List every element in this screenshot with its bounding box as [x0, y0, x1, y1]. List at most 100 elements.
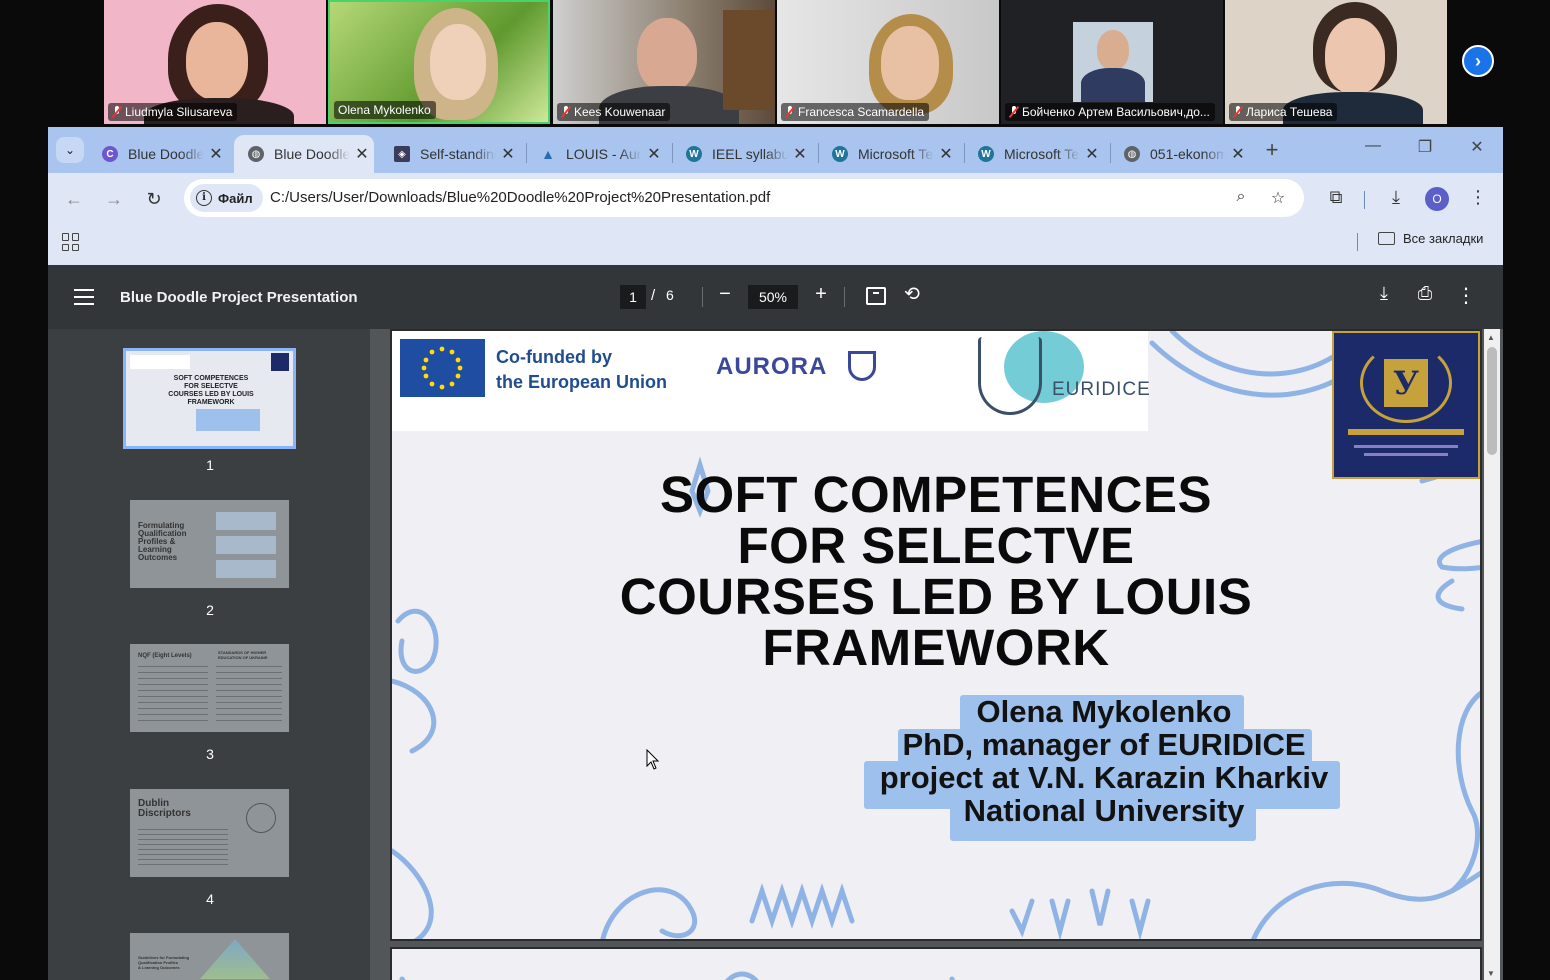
- viewer-scrollbar[interactable]: ▲ ▼: [1484, 329, 1500, 980]
- zoom-in-button[interactable]: +: [808, 283, 834, 306]
- arrow-right-icon: →: [105, 189, 123, 209]
- pdf-page-2: [390, 947, 1482, 980]
- tab[interactable]: W Microsoft Teams ✕: [964, 135, 1104, 173]
- scroll-down-icon[interactable]: ▼: [1487, 969, 1495, 978]
- restore-button[interactable]: ❐: [1410, 137, 1440, 157]
- globe-icon: ◍: [248, 146, 264, 162]
- triangle-icon: ▲: [541, 146, 555, 162]
- bookmark-star-icon[interactable]: ☆: [1267, 188, 1289, 208]
- all-bookmarks-button[interactable]: Все закладки: [1378, 231, 1483, 246]
- info-icon: i: [196, 190, 212, 206]
- participant-tile[interactable]: Francesca Scamardella: [777, 0, 999, 124]
- printer-icon: ⎙: [1417, 283, 1433, 303]
- close-tab-icon[interactable]: ✕: [350, 144, 374, 164]
- participant-strip: Liudmyla Sliusareva Olena Mykolenko Kees…: [0, 0, 1550, 126]
- mic-off-icon: [1233, 106, 1243, 118]
- participant-tile[interactable]: Kees Kouwenaar: [553, 0, 775, 124]
- more-options-button[interactable]: ⋮: [1453, 283, 1479, 308]
- folder-icon: [1378, 232, 1395, 245]
- rotate-button[interactable]: ⟲: [899, 283, 925, 306]
- tab[interactable]: W Microsoft Teams ✕: [818, 135, 958, 173]
- mic-off-icon: [1009, 106, 1019, 118]
- euridice-logo: EURIDICE: [1052, 379, 1151, 400]
- tab[interactable]: W IEEL syllabus ✕: [672, 135, 812, 173]
- zoom-out-button[interactable]: −: [712, 283, 738, 306]
- thumbnail-page-3[interactable]: NQF (Eight Levels) STANDARDS OF HIGHER E…: [130, 644, 289, 732]
- screen: Liudmyla Sliusareva Olena Mykolenko Kees…: [0, 0, 1550, 980]
- page-number-input[interactable]: 1: [620, 285, 646, 309]
- tab[interactable]: ◈ Self-standing course ✕: [380, 135, 520, 173]
- tab-strip: ⌄ C Blue Doodle Project Presentation ✕ ◍…: [48, 127, 1503, 173]
- sidebar-menu-icon[interactable]: [74, 289, 94, 305]
- thumbnail-number: 2: [206, 602, 214, 618]
- close-icon: ✕: [1470, 139, 1484, 156]
- participant-tile[interactable]: Лариса Тешева: [1225, 0, 1447, 124]
- cofunded-text: Co-funded by the European Union: [496, 347, 667, 392]
- close-tab-icon[interactable]: ✕: [204, 144, 228, 164]
- thumbnail-page-4[interactable]: Dublin Discriptors: [130, 789, 289, 877]
- browser-window: ⌄ C Blue Doodle Project Presentation ✕ ◍…: [48, 127, 1503, 980]
- minimize-button[interactable]: —: [1358, 137, 1388, 155]
- chevron-right-icon: ›: [1475, 50, 1481, 71]
- participant-name: Лариса Тешева: [1229, 103, 1338, 121]
- next-participants-button[interactable]: ›: [1462, 45, 1494, 77]
- close-tab-icon[interactable]: ✕: [496, 144, 520, 164]
- participant-tile-active-speaker[interactable]: Olena Mykolenko: [328, 0, 550, 124]
- close-tab-icon[interactable]: ✕: [642, 144, 666, 164]
- reload-button[interactable]: ↻: [142, 187, 166, 211]
- forward-button[interactable]: →: [102, 187, 126, 211]
- back-button[interactable]: ←: [62, 187, 86, 211]
- badge-icon: ◈: [394, 146, 410, 162]
- reload-icon: ↻: [146, 189, 162, 209]
- close-tab-icon[interactable]: ✕: [1080, 144, 1104, 164]
- slide-title: SOFT COMPETENCES FOR SELECTVE COURSES LE…: [619, 466, 1253, 676]
- print-button[interactable]: ⎙: [1412, 283, 1438, 304]
- zoom-level-input[interactable]: 50%: [748, 285, 798, 309]
- thumbnail-page-2[interactable]: Formulating Qualification Profiles & Lea…: [130, 500, 289, 588]
- canva-icon: C: [102, 146, 118, 162]
- tab-active[interactable]: ◍ Blue Doodle Project Presentation ✕: [234, 135, 374, 173]
- mic-off-icon: [561, 106, 571, 118]
- tab[interactable]: C Blue Doodle Project Presentation ✕: [88, 135, 228, 173]
- mic-off-icon: [785, 106, 795, 118]
- tab[interactable]: ◍ 051-ekonomika ✕: [1110, 135, 1250, 173]
- shield-icon: [848, 351, 876, 381]
- zoom-icon[interactable]: ⌕: [1230, 188, 1252, 206]
- thumbnail-page-5[interactable]: Guidelines for Formulating Qualification…: [130, 933, 289, 980]
- arrow-left-icon: ←: [65, 189, 83, 209]
- tab-search-button[interactable]: ⌄: [56, 137, 84, 163]
- download-pdf-button[interactable]: ⤓: [1371, 283, 1397, 304]
- address-bar[interactable]: i Файл C:/Users/User/Downloads/Blue%20Do…: [184, 179, 1304, 217]
- logo-band: Co-funded by the European Union AURORA E…: [392, 331, 1151, 431]
- participant-name: Kees Kouwenaar: [557, 103, 671, 121]
- thumbnail-page-1[interactable]: SOFT COMPETENCES FOR SELECTVE COURSES LE…: [123, 348, 296, 449]
- participant-tile[interactable]: Liudmyla Sliusareva: [104, 0, 326, 124]
- close-tab-icon[interactable]: ✕: [934, 144, 958, 164]
- aurora-logo: AURORA: [716, 353, 828, 380]
- close-tab-icon[interactable]: ✕: [1226, 144, 1250, 164]
- page-total: 6: [666, 287, 674, 303]
- plus-icon: +: [1265, 137, 1279, 162]
- fit-page-icon[interactable]: [866, 287, 886, 305]
- document-title: Blue Doodle Project Presentation: [120, 289, 358, 306]
- bookmarks-bar: Все закладки: [48, 225, 1503, 263]
- scroll-up-icon[interactable]: ▲: [1487, 333, 1495, 342]
- menu-kebab-icon[interactable]: ⋮: [1466, 187, 1490, 208]
- tab[interactable]: ▲ LOUIS - Aurora ✕: [526, 135, 666, 173]
- url-text[interactable]: C:/Users/User/Downloads/Blue%20Doodle%20…: [270, 189, 770, 206]
- participant-tile[interactable]: Бойченко Артем Васильович,до...: [1001, 0, 1223, 124]
- mic-off-icon: [112, 106, 122, 118]
- apps-grid-icon[interactable]: [62, 233, 80, 251]
- site-info-chip[interactable]: i Файл: [190, 184, 263, 212]
- new-tab-button[interactable]: +: [1260, 137, 1284, 163]
- wordpress-icon: W: [686, 146, 702, 162]
- download-icon[interactable]: ⤓: [1384, 187, 1408, 208]
- close-tab-icon[interactable]: ✕: [788, 144, 812, 164]
- minimize-icon: —: [1365, 137, 1381, 154]
- extensions-icon[interactable]: ⧉: [1324, 187, 1348, 208]
- profile-avatar[interactable]: O: [1425, 187, 1449, 211]
- plus-icon: +: [815, 283, 827, 305]
- download-icon: ⤓: [1380, 283, 1388, 303]
- close-window-button[interactable]: ✕: [1462, 137, 1492, 157]
- scroll-thumb[interactable]: [1487, 347, 1497, 455]
